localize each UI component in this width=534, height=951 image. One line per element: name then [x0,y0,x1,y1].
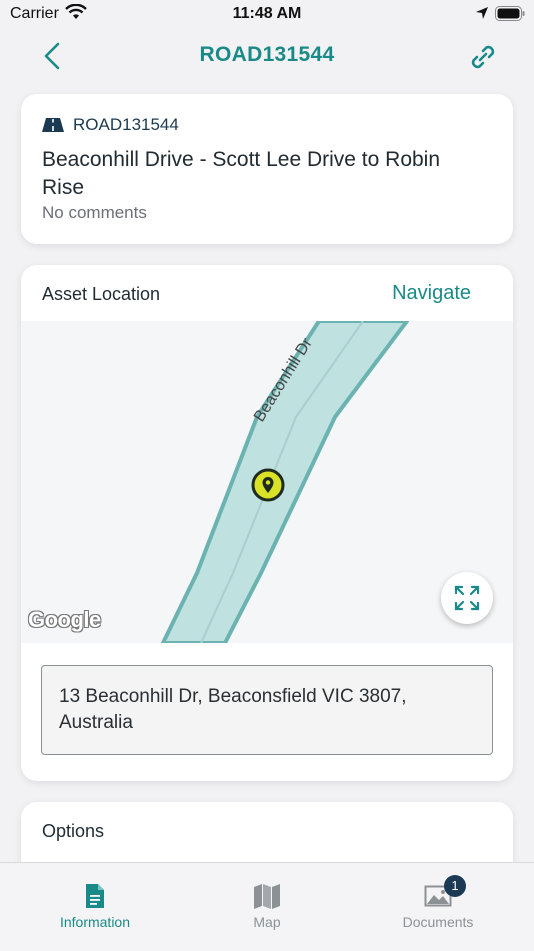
expand-map-button[interactable] [441,572,493,624]
tab-label: Information [59,914,131,930]
battery-icon [495,6,525,26]
google-logo: Google [28,607,101,632]
page-title: ROAD131544 [199,43,335,66]
address-field[interactable]: 13 Beaconhill Dr, Beaconsfield VIC 3807,… [41,665,493,755]
share-link-button[interactable] [466,40,500,74]
document-icon [86,884,104,908]
tab-map[interactable]: Map [178,863,356,951]
options-heading: Options [42,821,105,841]
map-view[interactable]: Beaconhill Dr Google [21,321,513,643]
asset-comments: No comments [42,203,147,222]
road-icon [42,118,64,132]
navigation-bar: ROAD131544 [0,28,534,84]
map-icon [254,884,280,909]
expand-icon [454,585,480,611]
asset-id: ROAD131544 [73,115,179,134]
asset-location-card: Asset Location Navigate Beaconhill Dr Go… [21,265,513,781]
tab-label: Documents [402,914,474,930]
asset-summary-card: ROAD131544 Beaconhill Drive - Scott Lee … [21,94,513,244]
status-bar: Carrier 11:48 AM [0,0,534,28]
tab-documents[interactable]: 1 Documents [349,863,527,951]
tab-label: Map [253,914,281,930]
asset-name: Beaconhill Drive - Scott Lee Drive to Ro… [42,148,441,199]
asset-location-heading: Asset Location [42,284,161,304]
link-icon [471,45,495,69]
clock: 11:48 AM [232,5,302,22]
tab-information[interactable]: Information [6,863,184,951]
documents-count-badge: 1 [444,875,466,897]
location-arrow-icon [475,6,489,25]
map-pin-icon[interactable] [251,468,285,502]
navigate-button[interactable]: Navigate [392,282,471,305]
tab-bar: Information Map 1 Documents [0,862,534,950]
